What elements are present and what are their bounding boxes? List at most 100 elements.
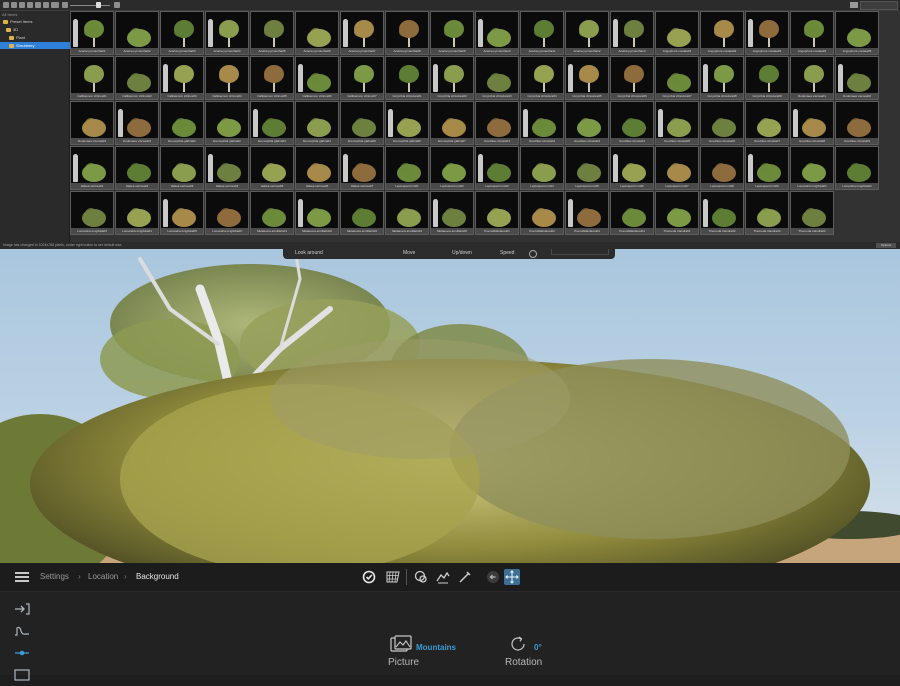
plant-thumbnail[interactable]: Angophora costata03 — [745, 11, 789, 55]
view-grid-icon[interactable] — [51, 2, 59, 8]
plant-thumbnail[interactable]: Corymbia citriodora05 — [565, 56, 609, 100]
plant-thumbnail[interactable]: Corymbia citriodora01 — [385, 56, 429, 100]
plant-thumbnail[interactable]: Themeda triandra02 — [700, 191, 744, 235]
plant-thumbnail[interactable]: Angophora costata01 — [655, 11, 699, 55]
plant-thumbnail[interactable]: Grevillea robusta07 — [745, 101, 789, 145]
home-icon[interactable] — [27, 2, 33, 8]
plant-thumbnail[interactable]: Hakea sericea03 — [160, 146, 204, 190]
move-crosshair-icon[interactable] — [504, 569, 520, 585]
plant-thumbnail[interactable]: Grevillea robusta06 — [700, 101, 744, 145]
view-list-icon[interactable] — [43, 2, 49, 8]
speed-field[interactable] — [551, 249, 609, 255]
filter-icon[interactable] — [62, 2, 68, 8]
plant-thumbnail[interactable]: Corymbia citriodora09 — [745, 56, 789, 100]
plant-thumbnail[interactable]: Themeda triandra04 — [790, 191, 834, 235]
plant-thumbnail[interactable]: Melaleuca armillaris05 — [430, 191, 474, 235]
plant-thumbnail[interactable]: Eremophila glabra04 — [295, 101, 339, 145]
plant-thumbnail[interactable]: Leptospermum02 — [430, 146, 474, 190]
plant-thumbnail[interactable]: Corymbia citriodora08 — [700, 56, 744, 100]
plant-thumbnail[interactable]: Leptospermum09 — [745, 146, 789, 190]
plant-thumbnail[interactable]: Hakea sericea06 — [295, 146, 339, 190]
plant-thumbnail[interactable]: Grevillea robusta02 — [520, 101, 564, 145]
plant-thumbnail[interactable]: Hakea sericea05 — [250, 146, 294, 190]
plant-thumbnail[interactable]: Dodonaea viscosa01 — [790, 56, 834, 100]
plant-thumbnail[interactable]: Leptospermum05 — [565, 146, 609, 190]
thumbnail-size-slider[interactable] — [70, 5, 110, 6]
plant-thumbnail[interactable]: Eremophila glabra01 — [160, 101, 204, 145]
plant-thumbnail[interactable]: Grevillea robusta09 — [835, 101, 879, 145]
plant-thumbnail[interactable]: Leptospermum07 — [655, 146, 699, 190]
plant-thumbnail[interactable]: Callistemon citrinus04 — [205, 56, 249, 100]
tree-item[interactable]: Plant — [0, 34, 78, 41]
plant-thumbnail[interactable]: Acacia pycnantha11 — [520, 11, 564, 55]
plant-thumbnail[interactable]: Callistemon citrinus01 — [70, 56, 114, 100]
search-input[interactable] — [860, 1, 898, 10]
export-icon[interactable] — [14, 668, 30, 681]
tree-item[interactable]: Shrubbery — [0, 42, 78, 49]
plant-thumbnail[interactable]: Angophora costata05 — [835, 11, 879, 55]
plant-thumbnail[interactable]: Grevillea robusta08 — [790, 101, 834, 145]
eyedropper-icon[interactable] — [457, 569, 473, 585]
plant-thumbnail[interactable]: Callistemon citrinus02 — [115, 56, 159, 100]
plant-thumbnail[interactable]: Grevillea robusta03 — [565, 101, 609, 145]
back-arrow-circle-icon[interactable] — [485, 569, 501, 585]
speed-settings-icon[interactable] — [529, 250, 537, 258]
plant-thumbnail[interactable]: Callistemon citrinus05 — [250, 56, 294, 100]
plant-thumbnail[interactable]: Leptospermum04 — [520, 146, 564, 190]
plant-thumbnail[interactable]: Dodonaea viscosa02 — [835, 56, 879, 100]
plant-thumbnail[interactable]: Lomandra longifolia04 — [115, 191, 159, 235]
plant-thumbnail[interactable]: Melaleuca armillaris02 — [295, 191, 339, 235]
plant-thumbnail[interactable]: Lomandra longifolia03 — [70, 191, 114, 235]
plant-thumbnail[interactable]: Callistemon citrinus03 — [160, 56, 204, 100]
plant-thumbnail[interactable]: Angophora costata04 — [790, 11, 834, 55]
plant-thumbnail[interactable]: Melaleuca armillaris01 — [250, 191, 294, 235]
picture-property[interactable]: Mountains Picture — [380, 632, 470, 672]
plant-thumbnail[interactable]: Acacia pycnantha08 — [385, 11, 429, 55]
plant-thumbnail[interactable]: Acacia pycnantha13 — [610, 11, 654, 55]
plant-thumbnail[interactable]: Lomandra longifolia01 — [790, 146, 834, 190]
check-circle-icon[interactable] — [361, 569, 377, 585]
plant-thumbnail[interactable]: Leptospermum06 — [610, 146, 654, 190]
plant-thumbnail[interactable]: Eremophila glabra02 — [205, 101, 249, 145]
plant-thumbnail[interactable]: Angophora costata02 — [700, 11, 744, 55]
plant-thumbnail[interactable]: Acacia pycnantha09 — [430, 11, 474, 55]
rotation-property[interactable]: 0° Rotation — [500, 632, 560, 672]
plant-thumbnail[interactable]: Acacia pycnantha02 — [115, 11, 159, 55]
tree-item[interactable]: 3D — [0, 26, 75, 33]
plant-thumbnail[interactable]: Grevillea robusta01 — [475, 101, 519, 145]
slider-knob[interactable] — [96, 2, 101, 8]
plant-thumbnail[interactable]: Acacia pycnantha10 — [475, 11, 519, 55]
plant-thumbnail[interactable]: Grevillea robusta05 — [655, 101, 699, 145]
tree-item[interactable]: Preset Items — [0, 18, 72, 25]
plant-thumbnail[interactable]: Leptospermum08 — [700, 146, 744, 190]
plant-thumbnail[interactable]: Corymbia citriodora03 — [475, 56, 519, 100]
plant-thumbnail[interactable]: Corymbia citriodora02 — [430, 56, 474, 100]
plant-thumbnail[interactable]: Melaleuca armillaris04 — [385, 191, 429, 235]
rotation-value[interactable]: 0° — [534, 643, 542, 652]
plant-thumbnail[interactable]: Hakea sericea01 — [70, 146, 114, 190]
search-icon[interactable] — [850, 2, 858, 8]
plant-thumbnail[interactable]: Acacia pycnantha04 — [205, 11, 249, 55]
plant-thumbnail[interactable]: Corymbia citriodora04 — [520, 56, 564, 100]
plant-thumbnail[interactable]: Corymbia citriodora06 — [610, 56, 654, 100]
plant-thumbnail[interactable]: Lomandra longifolia06 — [205, 191, 249, 235]
plant-thumbnail[interactable]: Eremophila glabra07 — [430, 101, 474, 145]
hamburger-menu-icon[interactable] — [15, 572, 29, 582]
plant-thumbnail[interactable]: Melaleuca armillaris03 — [340, 191, 384, 235]
plant-thumbnail[interactable]: Dodonaea viscosa03 — [70, 101, 114, 145]
lasso-select-icon[interactable] — [413, 569, 429, 585]
picture-value[interactable]: Mountains — [416, 643, 456, 652]
refresh-icon[interactable] — [35, 2, 41, 8]
plant-thumbnail[interactable]: Poa labillardierei01 — [475, 191, 519, 235]
plant-thumbnail[interactable]: Themeda triandra03 — [745, 191, 789, 235]
plant-thumbnail[interactable]: Themeda triandra01 — [655, 191, 699, 235]
plant-thumbnail[interactable]: Poa labillardierei03 — [565, 191, 609, 235]
curve-icon[interactable] — [14, 624, 30, 636]
plant-thumbnail[interactable]: Hakea sericea02 — [115, 146, 159, 190]
plant-thumbnail[interactable]: Lomandra longifolia02 — [835, 146, 879, 190]
breadcrumb-settings[interactable]: Settings — [40, 570, 69, 584]
plant-thumbnail[interactable]: Eremophila glabra05 — [340, 101, 384, 145]
plant-thumbnail[interactable]: Hakea sericea04 — [205, 146, 249, 190]
plant-thumbnail[interactable]: Callistemon citrinus07 — [340, 56, 384, 100]
plant-thumbnail[interactable]: Hakea sericea07 — [340, 146, 384, 190]
